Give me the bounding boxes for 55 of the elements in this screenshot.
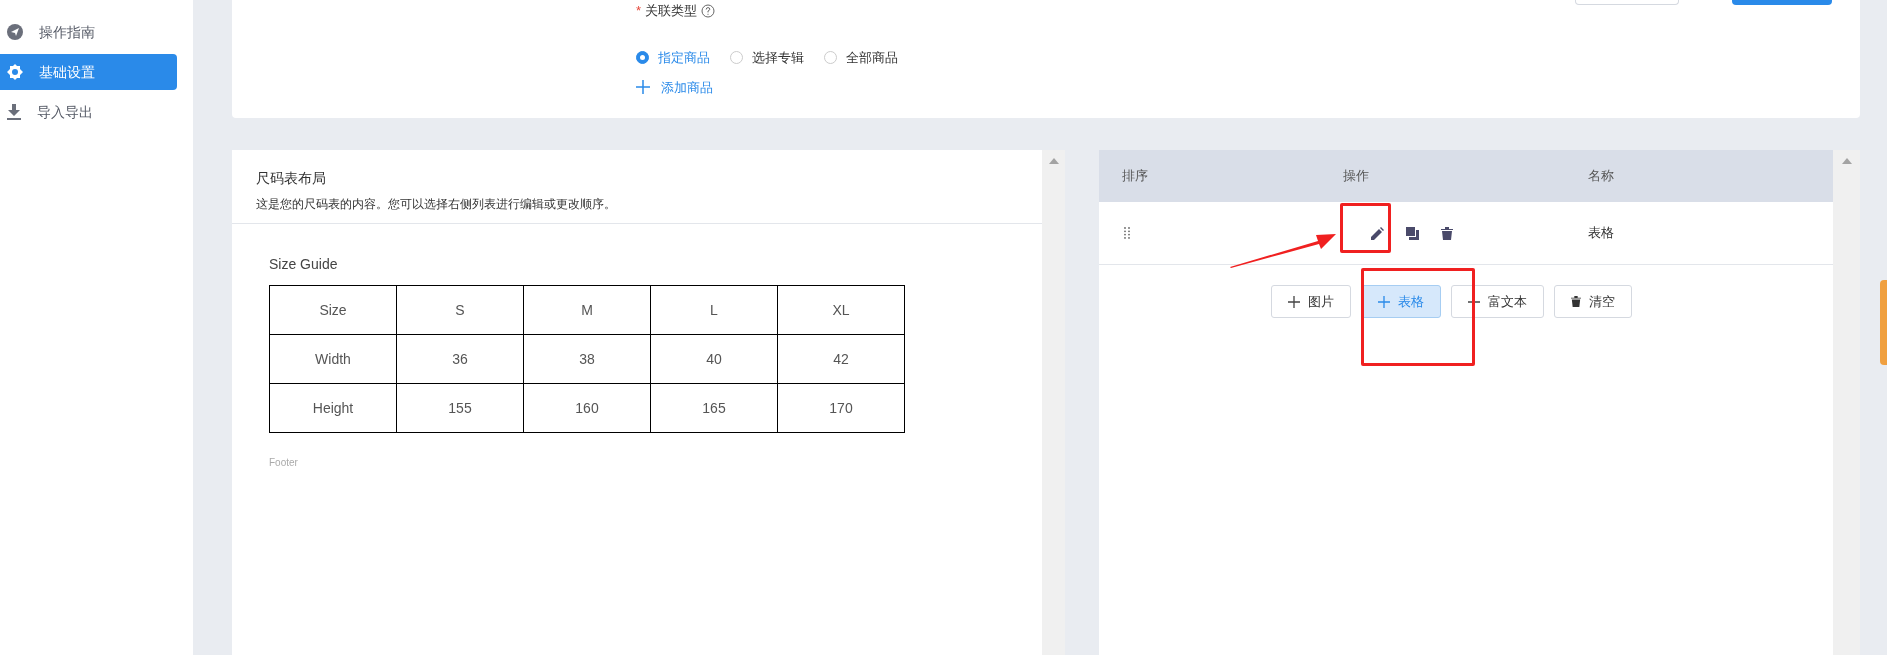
table-cell: 40 [650,334,778,384]
edit-icon[interactable] [1371,226,1384,240]
trash-icon [1570,296,1581,307]
table-cell: M [523,285,651,335]
add-block-button[interactable]: 图片 [1270,285,1351,318]
radio-option[interactable]: 选择专辑 [730,48,804,68]
download-icon [7,104,21,120]
table-cell: 155 [396,383,524,433]
trash-icon[interactable] [1441,226,1453,240]
table-cell: 38 [523,334,651,384]
preview-footer: Footer [269,455,1042,470]
scrollbar[interactable] [1042,150,1065,655]
add-block-button[interactable]: 富文本 [1450,285,1544,318]
table-cell: 160 [523,383,651,433]
scroll-up-icon [1841,158,1852,164]
cancel-button[interactable] [1575,0,1679,5]
scrollbar[interactable] [1833,150,1860,655]
table-cell: Size [269,285,397,335]
scroll-up-icon [1048,158,1059,164]
table-cell: S [396,285,524,335]
sidebar-item[interactable]: 基础设置 [0,54,177,90]
plus-icon [1287,295,1300,308]
table-cell: 170 [777,383,905,433]
radio-option[interactable]: 全部商品 [824,48,898,68]
highlight-box [1340,203,1391,253]
side-tab[interactable] [1880,280,1887,365]
help-icon [701,4,716,18]
navigation-icon [7,24,23,40]
radio-option[interactable]: 指定商品 [636,48,710,68]
sidebar-item[interactable]: 导入导出 [0,94,177,130]
table-cell: 42 [777,334,905,384]
table-cell: XL [777,285,905,335]
column-header: 名称 [1587,167,1615,186]
table-cell: Width [269,334,397,384]
panel-description: 这是您的尺码表的内容。您可以选择右侧列表进行编辑或更改顺序。 [256,196,617,213]
table-cell: 165 [650,383,778,433]
row-name: 表格 [1587,224,1615,243]
required-mark: * [636,2,642,21]
column-header: 操作 [1342,167,1370,186]
plus-icon [636,80,650,95]
table-cell: 36 [396,334,524,384]
field-label: 关联类型 [645,2,698,21]
drag-handle-icon[interactable] [1124,227,1130,239]
table-cell: L [650,285,778,335]
column-header: 排序 [1121,167,1149,186]
sidebar-item[interactable]: 操作指南 [0,14,177,50]
add-block-button[interactable]: 清空 [1553,285,1632,318]
preview-title: Size Guide [269,255,339,274]
save-button[interactable] [1732,0,1832,5]
copy-icon[interactable] [1406,226,1419,240]
table-cell: Height [269,383,397,433]
settings-icon [7,64,23,80]
panel-title: 尺码表布局 [256,169,327,188]
plus-icon [1377,295,1390,308]
add-product-link[interactable]: 添加商品 [636,77,1860,97]
